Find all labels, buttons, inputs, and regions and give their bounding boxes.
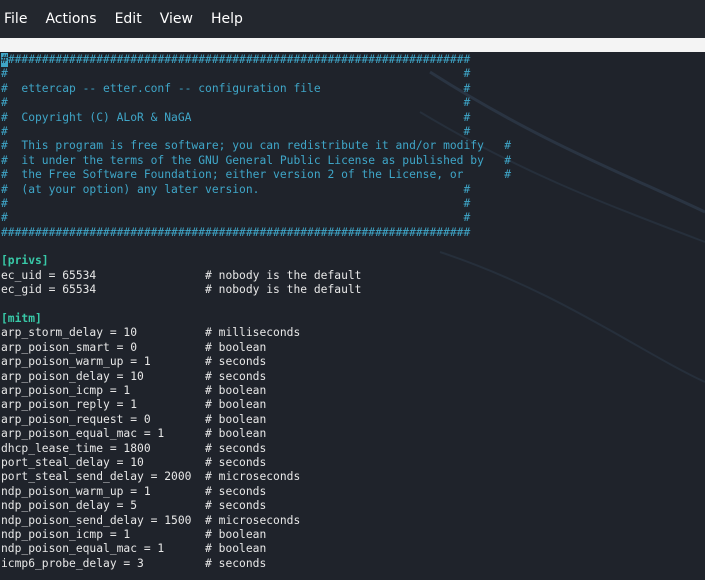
config-setting-line: ec_gid = 65534 # nobody is the default (1, 283, 362, 297)
comment-line: # ettercap -- etter.conf -- configuratio… (1, 81, 471, 95)
blank-line (1, 298, 511, 312)
config-setting-line: arp_poison_equal_mac = 1 # boolean (1, 427, 267, 441)
config-setting-line: ndp_poison_warm_up = 1 # seconds (1, 484, 267, 498)
comment-line: # it under the terms of the GNU General … (1, 153, 512, 167)
config-setting-line: ndp_poison_icmp = 1 # boolean (1, 527, 267, 541)
config-setting-line: icmp6_probe_delay = 3 # seconds (1, 556, 267, 570)
comment-text: ########################################… (7, 53, 471, 66)
menu-actions[interactable]: Actions (41, 0, 104, 38)
menu-bar: File Actions Edit View Help (0, 0, 705, 38)
config-setting-line: port_steal_delay = 10 # seconds (1, 455, 267, 469)
config-setting-line: arp_poison_warm_up = 1 # seconds (1, 355, 267, 369)
config-setting-line: arp_storm_delay = 10 # milliseconds (1, 326, 301, 340)
comment-line: # the Free Software Foundation; either v… (1, 168, 512, 182)
text-cursor: # (1, 53, 8, 68)
menu-help[interactable]: Help (207, 0, 251, 38)
comment-line: ########################################… (1, 225, 471, 239)
editor-area[interactable]: ########################################… (0, 52, 705, 580)
comment-line: # Copyright (C) ALoR & NaGA # (1, 110, 471, 124)
comment-line: # # (1, 96, 471, 110)
config-setting-line: ndp_poison_send_delay = 1500 # microseco… (1, 513, 301, 527)
config-setting-line: arp_poison_smart = 0 # boolean (1, 340, 267, 354)
comment-line: # (at your option) any later version. # (1, 182, 471, 196)
config-setting-line: arp_poison_delay = 10 # seconds (1, 369, 267, 383)
comment-line: # # (1, 67, 471, 81)
comment-line: # # (1, 196, 471, 210)
config-setting-line: arp_poison_reply = 1 # boolean (1, 398, 267, 412)
comment-line: ########################################… (1, 53, 511, 68)
config-setting-line: arp_poison_request = 0 # boolean (1, 412, 267, 426)
nano-title-bar: GNU nano 4.9.3 (0, 38, 705, 65)
config-setting-line: ec_uid = 65534 # nobody is the default (1, 268, 362, 282)
blank-line (1, 240, 511, 254)
config-setting-line: ndp_poison_delay = 5 # seconds (1, 499, 267, 513)
menu-file[interactable]: File (0, 0, 35, 38)
config-section-header: [privs] (1, 254, 49, 268)
menu-view[interactable]: View (156, 0, 201, 38)
comment-line: # # (1, 211, 471, 225)
comment-line: # This program is free software; you can… (1, 139, 512, 153)
config-setting-line: ndp_poison_equal_mac = 1 # boolean (1, 542, 267, 556)
editor-lines: ########################################… (1, 53, 511, 571)
config-setting-line: port_steal_send_delay = 2000 # microseco… (1, 470, 301, 484)
config-setting-line: arp_poison_icmp = 1 # boolean (1, 383, 267, 397)
menu-edit[interactable]: Edit (111, 0, 150, 38)
config-section-header: [mitm] (1, 312, 42, 326)
config-setting-line: dhcp_lease_time = 1800 # seconds (1, 441, 267, 455)
comment-line: # # (1, 124, 471, 138)
